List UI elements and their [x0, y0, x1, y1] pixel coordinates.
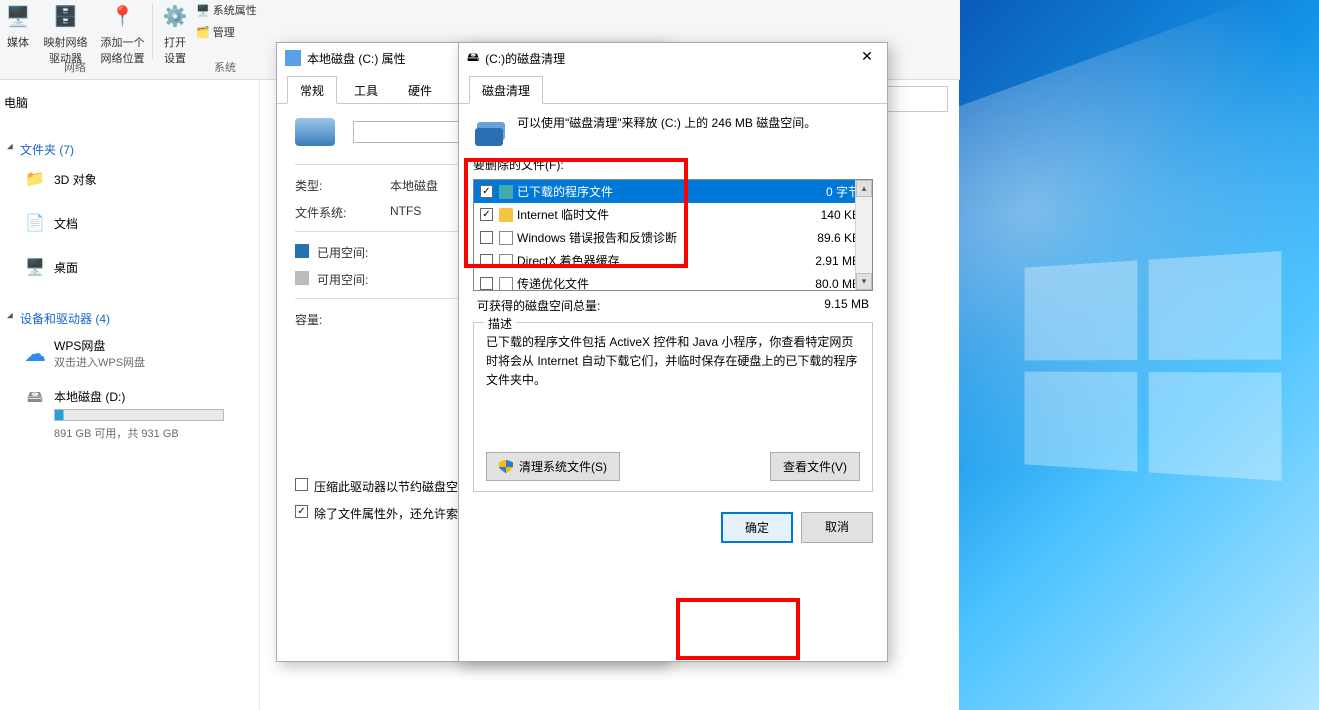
- scroll-down-button[interactable]: ▾: [856, 273, 872, 290]
- cleanup-intro-text: 可以使用"磁盘清理"来释放 (C:) 上的 246 MB 磁盘空间。: [517, 114, 816, 131]
- row-name: Internet 临时文件: [517, 206, 609, 223]
- tab-hardware[interactable]: 硬件: [395, 76, 445, 104]
- cleanup-tabs: 磁盘清理: [459, 75, 887, 104]
- drive-title-icon: [285, 50, 301, 66]
- row-checkbox[interactable]: [480, 231, 493, 244]
- nav-drive-d[interactable]: 🖴 本地磁盘 (D:) 891 GB 可用，共 931 GB: [0, 384, 259, 445]
- computer-icon: 🖥️: [196, 5, 210, 17]
- description-legend: 描述: [484, 315, 516, 332]
- description-text: 已下载的程序文件包括 ActiveX 控件和 Java 小程序，你查看特定网页时…: [486, 333, 860, 391]
- files-to-delete-label: 要删除的文件(F):: [473, 156, 873, 173]
- drive-usage-bar: [54, 409, 224, 421]
- lock-icon: [499, 208, 513, 222]
- drive-icon: 🖴: [24, 388, 46, 410]
- scroll-up-button[interactable]: ▴: [856, 180, 872, 197]
- description-group: 描述 已下载的程序文件包括 ActiveX 控件和 Java 小程序，你查看特定…: [473, 322, 873, 492]
- shield-icon: [499, 460, 513, 474]
- row-checkbox[interactable]: [480, 254, 493, 267]
- network-drive-icon: 🗄️: [50, 0, 82, 32]
- nav-folders-header[interactable]: 文件夹 (7): [0, 135, 259, 164]
- cleanup-ok-button[interactable]: 确定: [721, 512, 793, 543]
- view-files-button[interactable]: 查看文件(V): [770, 452, 860, 481]
- clean-system-files-button[interactable]: 清理系统文件(S): [486, 452, 620, 481]
- ribbon-system-properties[interactable]: 🖥️ 系统属性: [196, 2, 266, 18]
- row-checkbox[interactable]: [480, 185, 493, 198]
- folder-documents-icon: 📄: [24, 212, 46, 234]
- file-icon: [499, 277, 513, 291]
- row-name: Windows 错误报告和反馈诊断: [517, 229, 677, 246]
- filelist-row[interactable]: DirectX 着色器缓存2.91 MB: [474, 249, 872, 272]
- cleanup-title-text: (C:)的磁盘清理: [485, 50, 565, 67]
- compress-checkbox[interactable]: [295, 478, 308, 491]
- filelist-row[interactable]: 已下载的程序文件0 字节: [474, 180, 872, 203]
- gear-icon: ⚙️: [159, 0, 191, 32]
- disk-cleanup-dialog: 🖴 (C:)的磁盘清理 ✕ 磁盘清理 可以使用"磁盘清理"来释放 (C:) 上的…: [458, 42, 888, 662]
- row-name: 传递优化文件: [517, 275, 589, 291]
- add-location-icon: 📍: [107, 0, 139, 32]
- index-checkbox[interactable]: [295, 505, 308, 518]
- row-name: 已下载的程序文件: [517, 183, 613, 200]
- ribbon-group-system: 系统: [195, 59, 255, 75]
- nav-this-pc[interactable]: 电脑: [0, 90, 259, 115]
- nav-devices-header[interactable]: 设备和驱动器 (4): [0, 304, 259, 333]
- desktop-wallpaper: [959, 0, 1319, 710]
- filelist-row[interactable]: 传递优化文件80.0 MB: [474, 272, 872, 291]
- ribbon-map-drive[interactable]: 🗄️ 映射网络 驱动器: [38, 0, 93, 66]
- filelist-row[interactable]: Internet 临时文件140 KB: [474, 203, 872, 226]
- nav-desktop[interactable]: 🖥️ 桌面: [0, 252, 259, 282]
- close-button[interactable]: ✕: [853, 47, 881, 67]
- ribbon-media[interactable]: 🖥️ 媒体: [0, 0, 36, 50]
- cleanup-titlebar[interactable]: 🖴 (C:)的磁盘清理 ✕: [459, 43, 887, 73]
- folder-3d-icon: 📁: [24, 168, 46, 190]
- free-space-color: [295, 271, 309, 285]
- manage-icon: 🗂️: [196, 27, 210, 39]
- folder-desktop-icon: 🖥️: [24, 256, 46, 278]
- file-icon: [499, 254, 513, 268]
- row-name: DirectX 着色器缓存: [517, 252, 620, 269]
- used-space-color: [295, 244, 309, 258]
- nav-3d-objects[interactable]: 📁 3D 对象: [0, 164, 259, 194]
- row-checkbox[interactable]: [480, 208, 493, 221]
- total-space-label: 可获得的磁盘空间总量:: [477, 297, 600, 314]
- drive-art-icon: [295, 118, 335, 146]
- cloud-icon: ☁: [24, 343, 46, 365]
- properties-title-text: 本地磁盘 (C:) 属性: [307, 50, 406, 67]
- nav-documents[interactable]: 📄 文档: [0, 208, 259, 238]
- explorer-left-pane: 电脑 文件夹 (7) 📁 3D 对象 📄 文档 🖥️ 桌面 设备和驱动器 (4)…: [0, 80, 260, 710]
- nav-wps-drive[interactable]: ☁ WPS网盘 双击进入WPS网盘: [0, 333, 259, 374]
- ribbon-open-settings[interactable]: ⚙️ 打开 设置: [158, 0, 192, 66]
- files-to-delete-list[interactable]: 已下载的程序文件0 字节Internet 临时文件140 KBWindows 错…: [473, 179, 873, 291]
- row-checkbox[interactable]: [480, 277, 493, 290]
- tab-general[interactable]: 常规: [287, 76, 337, 104]
- ribbon-group-network: 网络: [35, 59, 115, 75]
- ribbon-add-network[interactable]: 📍 添加一个 网络位置: [95, 0, 150, 66]
- ribbon-manage[interactable]: 🗂️ 管理: [196, 24, 266, 40]
- tab-tools[interactable]: 工具: [341, 76, 391, 104]
- tab-disk-cleanup[interactable]: 磁盘清理: [469, 76, 543, 104]
- cleanup-cancel-button[interactable]: 取消: [801, 512, 873, 543]
- file-icon: [499, 231, 513, 245]
- teal-icon: [499, 185, 513, 199]
- disk-cleanup-title-icon: 🖴: [467, 48, 479, 69]
- media-icon: 🖥️: [2, 0, 34, 32]
- filelist-row[interactable]: Windows 错误报告和反馈诊断89.6 KB: [474, 226, 872, 249]
- windows-logo: [1024, 251, 1281, 481]
- disk-cleanup-icon: [473, 114, 505, 146]
- total-space-value: 9.15 MB: [824, 297, 869, 314]
- scrollbar[interactable]: ▴ ▾: [855, 180, 872, 290]
